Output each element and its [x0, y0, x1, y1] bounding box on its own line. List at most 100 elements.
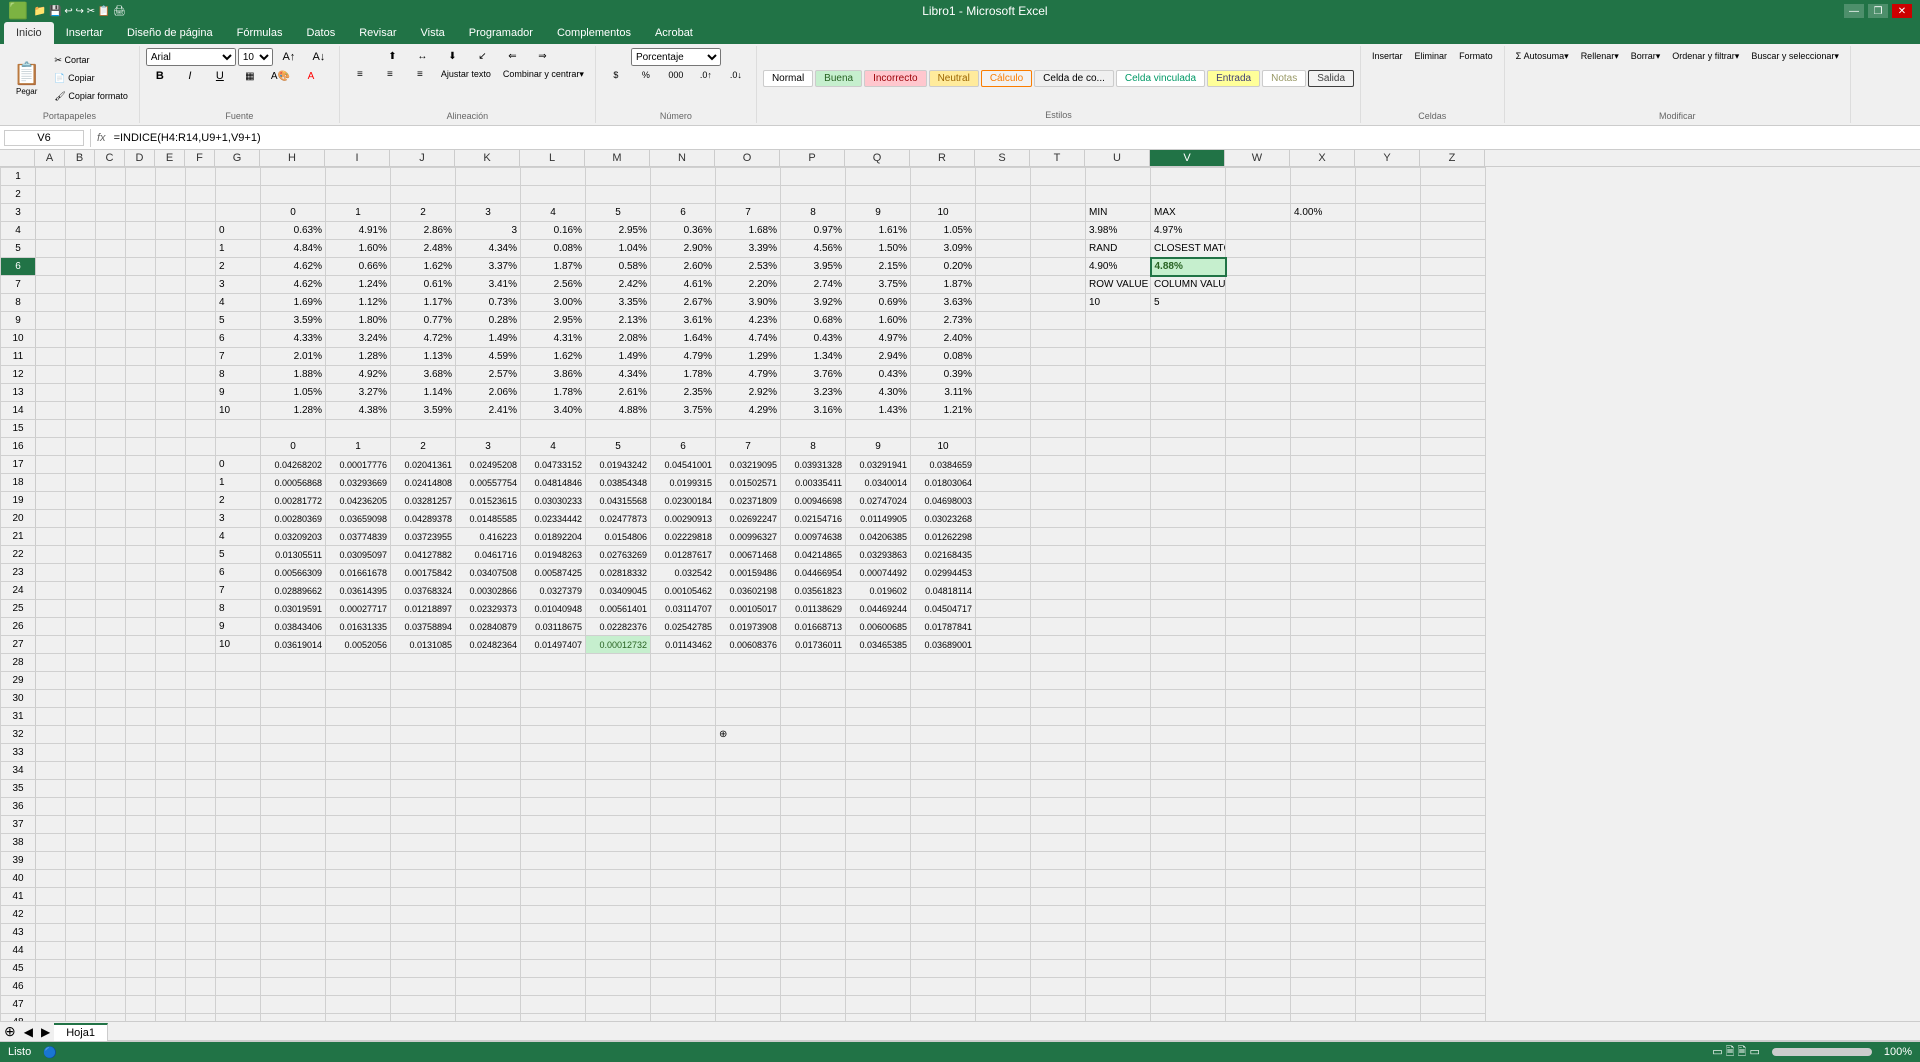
- cell-N13[interactable]: 2.35%: [651, 384, 716, 402]
- cell-I41[interactable]: [326, 888, 391, 906]
- cell-Y41[interactable]: [1356, 888, 1421, 906]
- cell-M30[interactable]: [586, 690, 651, 708]
- cell-H29[interactable]: [261, 672, 326, 690]
- cell-T44[interactable]: [1031, 942, 1086, 960]
- cell-N47[interactable]: [651, 996, 716, 1014]
- cell-U6[interactable]: 4.90%: [1086, 258, 1151, 276]
- cell-B47[interactable]: [66, 996, 96, 1014]
- underline-button[interactable]: U: [206, 67, 234, 85]
- cell-V36[interactable]: [1151, 798, 1226, 816]
- tab-acrobat[interactable]: Acrobat: [643, 22, 705, 44]
- cell-J25[interactable]: 0.01218897: [391, 600, 456, 618]
- cell-H2[interactable]: [261, 186, 326, 204]
- cell-T18[interactable]: [1031, 474, 1086, 492]
- cell-M15[interactable]: [586, 420, 651, 438]
- cell-A5[interactable]: [36, 240, 66, 258]
- cell-A43[interactable]: [36, 924, 66, 942]
- cell-S12[interactable]: [976, 366, 1031, 384]
- cell-Z44[interactable]: [1421, 942, 1486, 960]
- cell-G7[interactable]: 3: [216, 276, 261, 294]
- cell-Z46[interactable]: [1421, 978, 1486, 996]
- cell-X3[interactable]: 4.00%: [1291, 204, 1356, 222]
- cell-D38[interactable]: [126, 834, 156, 852]
- cell-Z18[interactable]: [1421, 474, 1486, 492]
- cell-L46[interactable]: [521, 978, 586, 996]
- cell-Y9[interactable]: [1356, 312, 1421, 330]
- cell-N28[interactable]: [651, 654, 716, 672]
- cell-J6[interactable]: 1.62%: [391, 258, 456, 276]
- cell-F47[interactable]: [186, 996, 216, 1014]
- cell-C46[interactable]: [96, 978, 126, 996]
- cell-B14[interactable]: [66, 402, 96, 420]
- col-header-u[interactable]: U: [1085, 150, 1150, 166]
- cell-B42[interactable]: [66, 906, 96, 924]
- cell-N26[interactable]: 0.02542785: [651, 618, 716, 636]
- cell-T1[interactable]: [1031, 168, 1086, 186]
- cell-M10[interactable]: 2.08%: [586, 330, 651, 348]
- cell-G45[interactable]: [216, 960, 261, 978]
- cell-E6[interactable]: [156, 258, 186, 276]
- cell-H10[interactable]: 4.33%: [261, 330, 326, 348]
- style-notes[interactable]: Notas: [1262, 70, 1306, 87]
- cell-X45[interactable]: [1291, 960, 1356, 978]
- cell-P24[interactable]: 0.03561823: [781, 582, 846, 600]
- cell-I26[interactable]: 0.01631335: [326, 618, 391, 636]
- close-button[interactable]: ✕: [1892, 4, 1912, 18]
- cell-W7[interactable]: [1226, 276, 1291, 294]
- cell-B25[interactable]: [66, 600, 96, 618]
- cell-X4[interactable]: [1291, 222, 1356, 240]
- cell-L10[interactable]: 4.31%: [521, 330, 586, 348]
- cell-Q11[interactable]: 2.94%: [846, 348, 911, 366]
- cell-N17[interactable]: 0.04541001: [651, 456, 716, 474]
- cell-T14[interactable]: [1031, 402, 1086, 420]
- cell-J17[interactable]: 0.02041361: [391, 456, 456, 474]
- cell-I12[interactable]: 4.92%: [326, 366, 391, 384]
- cell-W37[interactable]: [1226, 816, 1291, 834]
- cell-O5[interactable]: 3.39%: [716, 240, 781, 258]
- col-header-v[interactable]: V: [1150, 150, 1225, 166]
- cell-X20[interactable]: [1291, 510, 1356, 528]
- cell-G34[interactable]: [216, 762, 261, 780]
- cell-G8[interactable]: 4: [216, 294, 261, 312]
- cell-C37[interactable]: [96, 816, 126, 834]
- cell-K45[interactable]: [456, 960, 521, 978]
- cell-W10[interactable]: [1226, 330, 1291, 348]
- cell-X32[interactable]: [1291, 726, 1356, 744]
- cell-S40[interactable]: [976, 870, 1031, 888]
- cell-E35[interactable]: [156, 780, 186, 798]
- cell-D44[interactable]: [126, 942, 156, 960]
- cell-Q47[interactable]: [846, 996, 911, 1014]
- cell-K35[interactable]: [456, 780, 521, 798]
- cell-J15[interactable]: [391, 420, 456, 438]
- cell-M22[interactable]: 0.02763269: [586, 546, 651, 564]
- zoom-slider[interactable]: [1772, 1048, 1872, 1056]
- cell-F45[interactable]: [186, 960, 216, 978]
- cell-Y27[interactable]: [1356, 636, 1421, 654]
- cell-D36[interactable]: [126, 798, 156, 816]
- cell-A23[interactable]: [36, 564, 66, 582]
- cell-H35[interactable]: [261, 780, 326, 798]
- cell-W19[interactable]: [1226, 492, 1291, 510]
- cell-V41[interactable]: [1151, 888, 1226, 906]
- cell-Z20[interactable]: [1421, 510, 1486, 528]
- cell-B45[interactable]: [66, 960, 96, 978]
- cell-S38[interactable]: [976, 834, 1031, 852]
- cell-Y46[interactable]: [1356, 978, 1421, 996]
- cell-N11[interactable]: 4.79%: [651, 348, 716, 366]
- cell-F21[interactable]: [186, 528, 216, 546]
- cell-O20[interactable]: 0.02692247: [716, 510, 781, 528]
- cell-A25[interactable]: [36, 600, 66, 618]
- cell-C40[interactable]: [96, 870, 126, 888]
- cell-A27[interactable]: [36, 636, 66, 654]
- cell-Y10[interactable]: [1356, 330, 1421, 348]
- cell-A9[interactable]: [36, 312, 66, 330]
- cell-Z3[interactable]: [1421, 204, 1486, 222]
- cell-O8[interactable]: 3.90%: [716, 294, 781, 312]
- cell-Z6[interactable]: [1421, 258, 1486, 276]
- cell-V10[interactable]: [1151, 330, 1226, 348]
- cell-J34[interactable]: [391, 762, 456, 780]
- cell-F3[interactable]: [186, 204, 216, 222]
- col-header-r[interactable]: R: [910, 150, 975, 166]
- cell-T4[interactable]: [1031, 222, 1086, 240]
- cell-D32[interactable]: [126, 726, 156, 744]
